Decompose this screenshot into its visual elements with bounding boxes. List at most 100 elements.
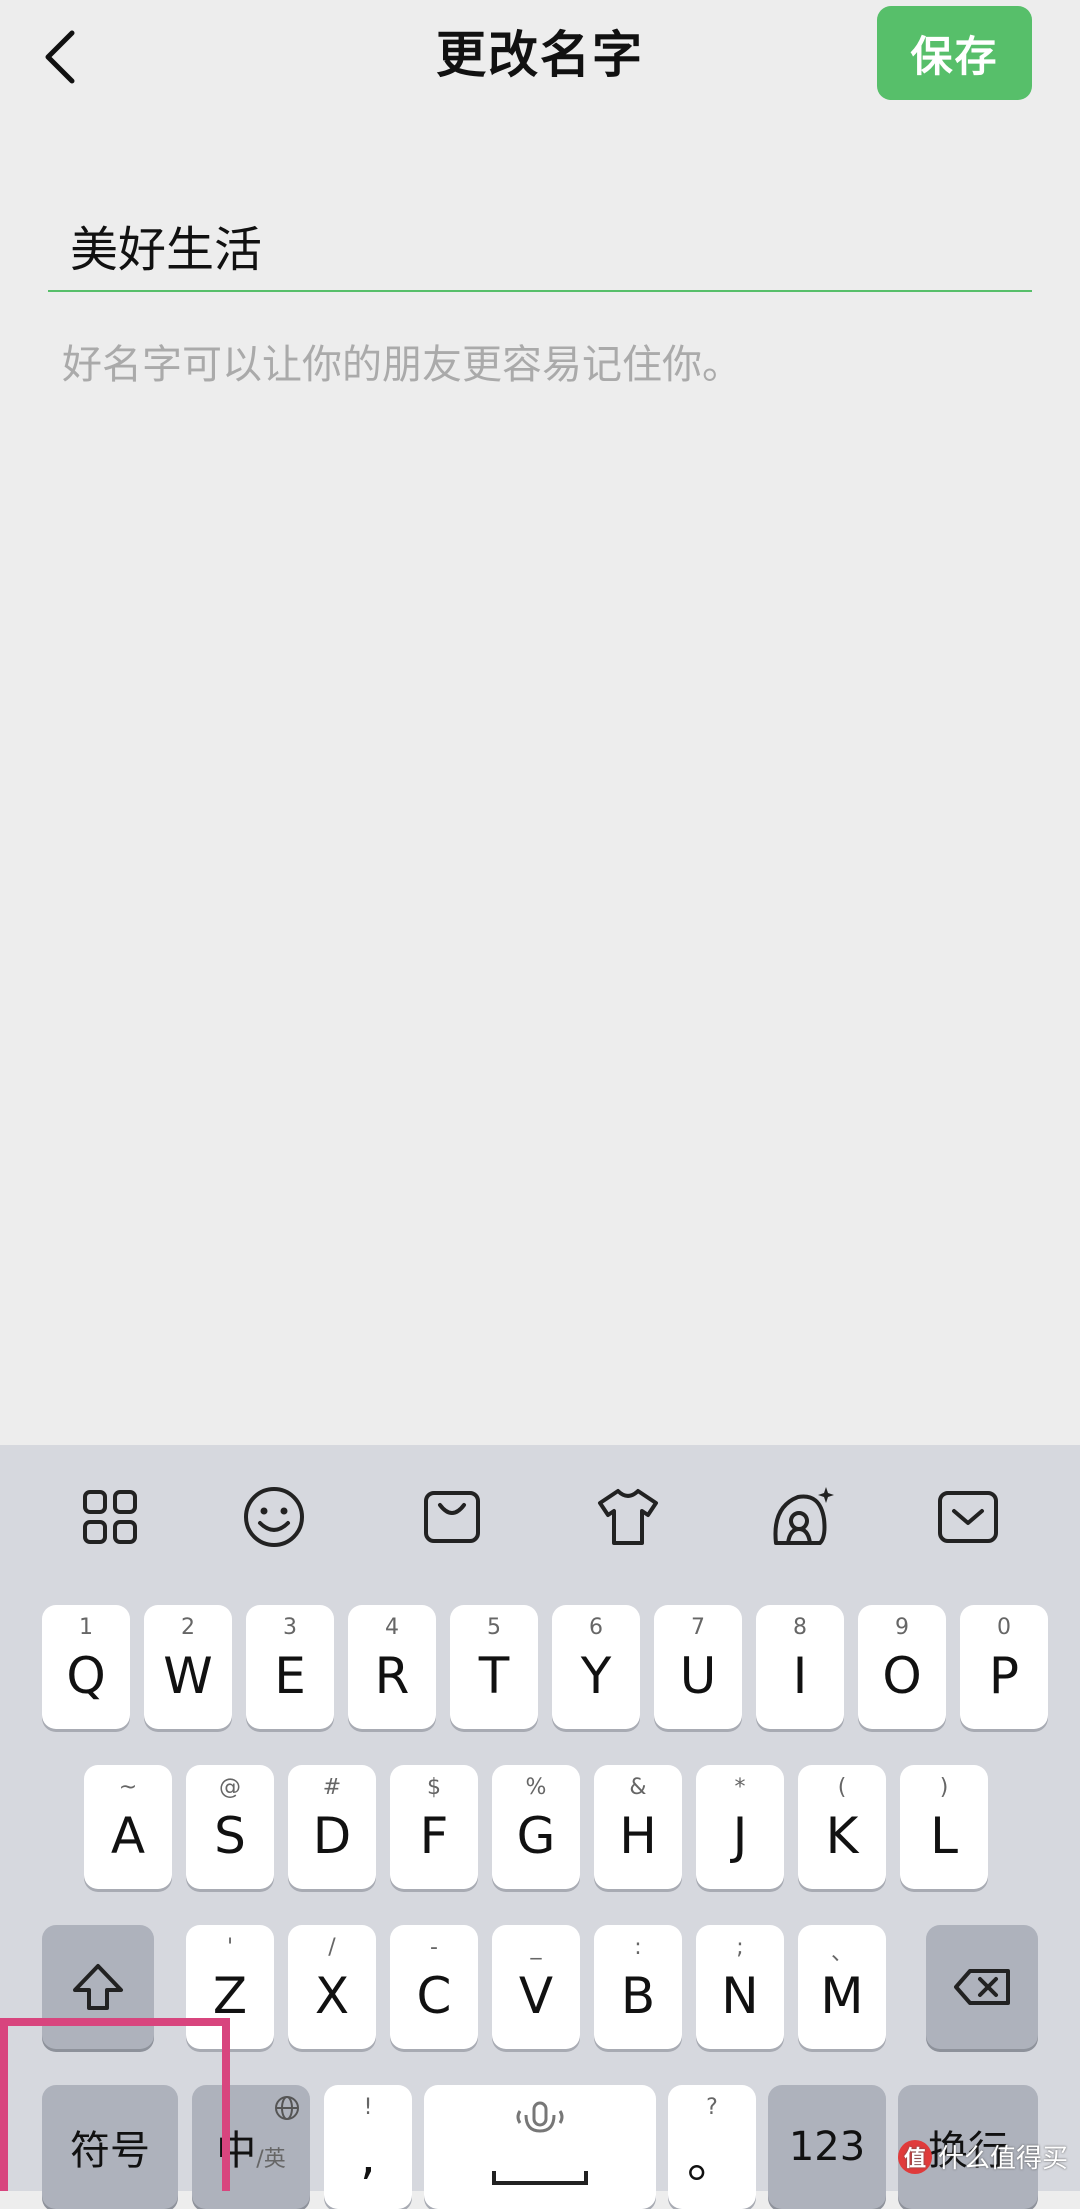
backspace-icon bbox=[954, 1969, 1010, 2005]
key-char: C bbox=[416, 1967, 452, 2025]
key-hint: # bbox=[322, 1775, 342, 1800]
key-s[interactable]: @ S bbox=[186, 1765, 274, 1889]
key-d[interactable]: # D bbox=[288, 1765, 376, 1889]
symbols-key[interactable]: 符号 bbox=[42, 2085, 178, 2209]
key-hint: 4 bbox=[385, 1615, 399, 1640]
key-z[interactable]: ' Z bbox=[186, 1925, 274, 2049]
key-hint: 7 bbox=[691, 1615, 705, 1640]
period-key[interactable]: ? 。 bbox=[668, 2085, 756, 2209]
key-hint: / bbox=[328, 1935, 336, 1960]
smiley-icon bbox=[244, 1487, 304, 1547]
key-l[interactable]: ) L bbox=[900, 1765, 988, 1889]
key-b[interactable]: :B bbox=[594, 1925, 682, 2049]
shift-key[interactable] bbox=[42, 1925, 154, 2049]
key-char: F bbox=[419, 1807, 449, 1865]
toolbar-emoji-button[interactable] bbox=[240, 1483, 308, 1551]
symbols-key-label: 符号 bbox=[70, 2128, 150, 2174]
key-hint: 6 bbox=[589, 1615, 603, 1640]
key-char: V bbox=[518, 1967, 554, 2025]
space-bar-icon bbox=[492, 2171, 588, 2185]
key-char: M bbox=[820, 1967, 864, 2025]
toolbar-avatar-button[interactable] bbox=[768, 1483, 836, 1551]
comma-key-char: , bbox=[360, 2127, 376, 2185]
avatar-sparkle-icon bbox=[773, 1487, 834, 1545]
key-v[interactable]: _ V bbox=[492, 1925, 580, 2049]
key-char: T bbox=[478, 1647, 510, 1705]
bag-icon bbox=[424, 1491, 480, 1543]
toolbar-shop-button[interactable] bbox=[418, 1483, 486, 1551]
language-key-main: 中 bbox=[216, 2128, 257, 2174]
globe-icon bbox=[275, 2096, 299, 2120]
language-key-sub: /英 bbox=[256, 2147, 286, 2172]
key-hint: ; bbox=[736, 1935, 744, 1960]
comma-key-hint: ! bbox=[363, 2095, 373, 2120]
key-a[interactable]: ~ A bbox=[84, 1765, 172, 1889]
key-j[interactable]: * J bbox=[696, 1765, 784, 1889]
key-n[interactable]: ; N bbox=[696, 1925, 784, 2049]
key-char: B bbox=[620, 1967, 656, 2025]
key-hint: 9 bbox=[895, 1615, 909, 1640]
key-k[interactable]: (K bbox=[798, 1765, 886, 1889]
key-f[interactable]: $ F bbox=[390, 1765, 478, 1889]
key-r[interactable]: 4R bbox=[348, 1605, 436, 1729]
key-char: N bbox=[721, 1967, 759, 2025]
key-e[interactable]: 3E bbox=[246, 1605, 334, 1729]
key-hint: ( bbox=[837, 1775, 847, 1800]
shift-arrow-icon bbox=[73, 1964, 123, 2010]
key-hint: 1 bbox=[79, 1615, 93, 1640]
keyboard-collapse-icon bbox=[938, 1491, 998, 1543]
key-x[interactable]: / X bbox=[288, 1925, 376, 2049]
key-char: L bbox=[930, 1807, 958, 1865]
key-char: J bbox=[732, 1807, 748, 1865]
key-char: P bbox=[988, 1647, 1020, 1705]
key-hint: 2 bbox=[181, 1615, 195, 1640]
keyboard-toolbar bbox=[0, 1445, 1080, 1585]
language-switch-key[interactable]: 中 /英 bbox=[192, 2085, 310, 2209]
key-char: D bbox=[312, 1807, 352, 1865]
grid-icon bbox=[83, 1490, 137, 1544]
key-char: R bbox=[374, 1647, 410, 1705]
toolbar-skin-button[interactable] bbox=[594, 1483, 662, 1551]
header: 更改名字 保存 bbox=[0, 0, 1080, 110]
key-char: I bbox=[792, 1647, 808, 1705]
key-hint: ' bbox=[226, 1935, 234, 1960]
numbers-key[interactable]: 123 bbox=[768, 2085, 886, 2209]
key-y[interactable]: 6Y bbox=[552, 1605, 640, 1729]
toolbar-grid-button[interactable] bbox=[76, 1483, 144, 1551]
comma-key[interactable]: ! , bbox=[324, 2085, 412, 2209]
name-hint-text: 好名字可以让你的朋友更容易记住你。 bbox=[62, 342, 742, 388]
key-hint: 、 bbox=[830, 1941, 853, 1966]
key-c[interactable]: -C bbox=[390, 1925, 478, 2049]
key-q[interactable]: 1Q bbox=[42, 1605, 130, 1729]
key-u[interactable]: 7U bbox=[654, 1605, 742, 1729]
key-hint: 0 bbox=[997, 1615, 1011, 1640]
space-key[interactable] bbox=[424, 2085, 656, 2209]
key-hint: & bbox=[629, 1775, 647, 1800]
key-char: Y bbox=[580, 1647, 612, 1705]
key-hint: $ bbox=[427, 1775, 441, 1800]
watermark: 值 什么值得买 bbox=[897, 2138, 1068, 2175]
key-char: W bbox=[163, 1647, 213, 1705]
key-char: Q bbox=[66, 1647, 106, 1705]
key-char: U bbox=[679, 1647, 717, 1705]
key-t[interactable]: 5T bbox=[450, 1605, 538, 1729]
key-o[interactable]: 9O bbox=[858, 1605, 946, 1729]
key-hint: : bbox=[634, 1935, 642, 1960]
period-key-hint: ? bbox=[706, 2095, 718, 2120]
save-button[interactable]: 保存 bbox=[877, 6, 1032, 100]
key-char: G bbox=[516, 1807, 556, 1865]
key-h[interactable]: & H bbox=[594, 1765, 682, 1889]
backspace-key[interactable] bbox=[926, 1925, 1038, 2049]
key-i[interactable]: 8I bbox=[756, 1605, 844, 1729]
key-m[interactable]: 、 M bbox=[798, 1925, 886, 2049]
key-char: Z bbox=[212, 1967, 248, 2025]
watermark-text: 什么值得买 bbox=[937, 2144, 1068, 2174]
soft-keyboard: 1Q2W3E4R5T6Y7U8I9O0P ~ A @ S # D $ F% G & H * J(K) L … bbox=[0, 1445, 1080, 2209]
name-input[interactable] bbox=[70, 210, 970, 280]
key-w[interactable]: 2W bbox=[144, 1605, 232, 1729]
key-g[interactable]: % G bbox=[492, 1765, 580, 1889]
toolbar-collapse-button[interactable] bbox=[934, 1483, 1002, 1551]
key-p[interactable]: 0P bbox=[960, 1605, 1048, 1729]
key-char: O bbox=[882, 1647, 922, 1705]
key-hint: ~ bbox=[118, 1775, 138, 1800]
